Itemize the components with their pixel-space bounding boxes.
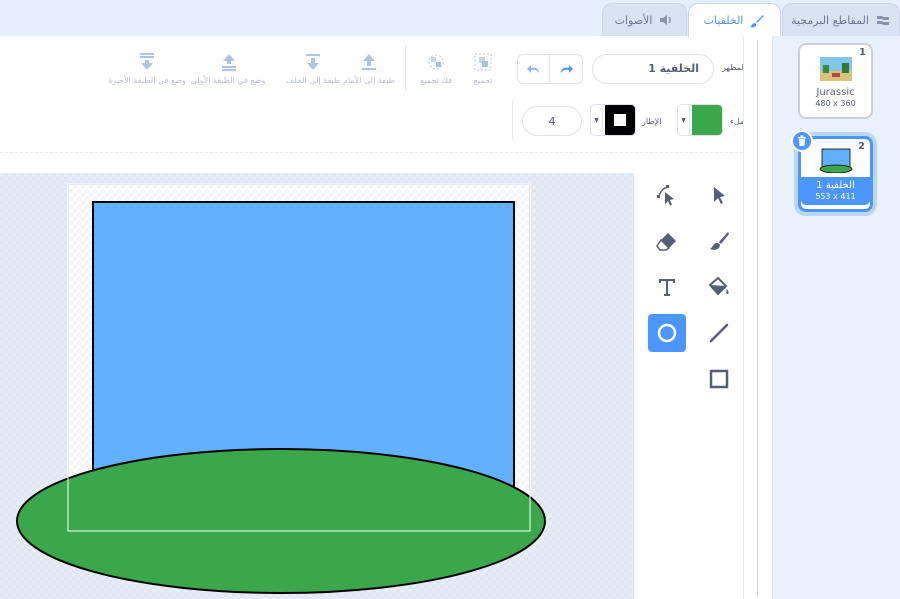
backdrop-list (772, 36, 900, 599)
backdrop-size: 480 x 360 (815, 99, 856, 108)
delete-backdrop-button[interactable] (791, 130, 813, 152)
select-arrow-icon (714, 187, 725, 204)
toolbar-divider (512, 100, 513, 140)
chevron-down-icon: ▼ (591, 105, 603, 135)
outline-color-swatch (605, 105, 635, 135)
backdrop-name: الخلفية 1 (816, 180, 855, 191)
tab-code-label: المقاطع البرمجية (791, 13, 869, 27)
backdrop-size: 553 x 411 (815, 192, 856, 201)
backdrop-thumbnail (819, 148, 852, 174)
green-ellipse-shape[interactable] (16, 448, 546, 594)
backward-layer-label: طبقة إلى الخلف (286, 76, 341, 85)
rectangle-tool[interactable] (700, 360, 738, 398)
redo-button[interactable] (550, 55, 582, 83)
undo-icon (526, 65, 539, 73)
tab-backdrops-label: الخلفيات (703, 14, 744, 27)
line-icon (709, 323, 729, 343)
forward-layer-icon[interactable] (359, 52, 379, 72)
circle-tool[interactable] (648, 314, 686, 352)
toolbar-separator (0, 152, 743, 153)
backward-layer-icon[interactable] (303, 52, 323, 72)
group-label: تجميع (473, 76, 493, 85)
costume-name-input[interactable]: الخلفية 1 (592, 54, 714, 84)
backdrop-item[interactable]: 1 Jurassic 480 x 360 (798, 43, 873, 119)
scrollbar[interactable] (757, 40, 765, 595)
toolbar-divider (405, 46, 406, 90)
outline-width-input[interactable]: 4 (522, 106, 582, 136)
text-icon (659, 279, 675, 296)
tab-sounds[interactable]: الأصوات (602, 3, 687, 36)
fill-label: ملء (730, 117, 745, 126)
line-tool[interactable] (700, 314, 738, 352)
tab-backdrops[interactable]: الخلفيات (688, 3, 781, 37)
forward-layer-label: طبقة إلى الأمام (343, 76, 395, 85)
select-tool[interactable] (700, 176, 738, 214)
backdrop-number: 2 (858, 141, 865, 152)
eraser-icon (656, 233, 676, 251)
trash-icon (798, 135, 806, 146)
back-layer-icon[interactable] (137, 52, 157, 72)
brush-icon (710, 232, 729, 250)
circle-icon (657, 323, 677, 343)
rectangle-icon (709, 369, 729, 389)
paint-bucket-icon (708, 276, 729, 296)
tab-code[interactable]: المقاطع البرمجية (782, 3, 900, 36)
editor-tab-bar: المقاطع البرمجية الخلفيات الأصوات (0, 0, 900, 37)
chevron-down-icon: ▼ (678, 105, 690, 135)
code-blocks-icon (876, 16, 889, 25)
backdrop-caption: الخلفية 1 553 x 411 (801, 177, 870, 205)
fill-tool[interactable] (700, 268, 738, 306)
speaker-icon (660, 15, 672, 25)
undo-button[interactable] (518, 55, 551, 83)
ungroup-icon[interactable] (426, 52, 446, 72)
undo-redo-group (517, 54, 583, 84)
backdrop-thumbnail (819, 57, 852, 81)
fill-color-picker[interactable]: ▼ (677, 104, 723, 136)
reshape-icon (657, 185, 674, 206)
paintbrush-icon (750, 14, 765, 27)
fill-color-swatch (692, 105, 722, 135)
paint-canvas-area[interactable] (0, 173, 634, 599)
back-layer-label: وضع في الطبقة الأخيرة (108, 76, 186, 85)
backdrop-name: Jurassic (816, 87, 855, 98)
redo-icon (561, 65, 573, 73)
front-layer-label: وضع في الطبقة الأولى (190, 76, 266, 85)
brush-tool[interactable] (700, 222, 738, 260)
drawing-layer[interactable] (0, 173, 634, 599)
group-icon[interactable] (473, 52, 493, 72)
tab-sounds-label: الأصوات (614, 13, 653, 27)
ungroup-label: فك تجميع (420, 76, 452, 85)
backdrop-number: 1 (859, 47, 866, 58)
reshape-tool[interactable] (648, 176, 686, 214)
text-tool[interactable] (648, 268, 686, 306)
front-layer-icon[interactable] (219, 52, 239, 72)
outline-label: الإطار (642, 117, 662, 126)
eraser-tool[interactable] (648, 222, 686, 260)
outline-color-picker[interactable]: ▼ (590, 104, 636, 136)
